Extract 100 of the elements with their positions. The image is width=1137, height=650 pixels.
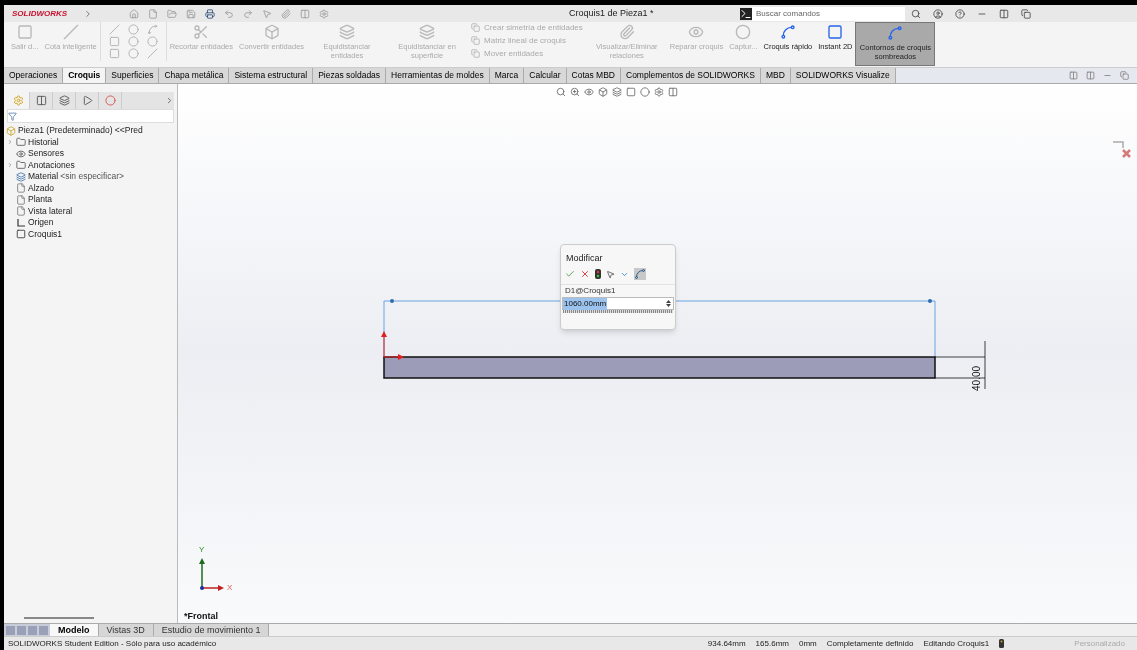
stack-tool-icon bbox=[471, 23, 481, 32]
view-tool-icon[interactable] bbox=[612, 87, 622, 97]
part-icon bbox=[6, 125, 16, 136]
sketch-tool-icon[interactable] bbox=[127, 24, 139, 35]
confirm-corner-icon[interactable] bbox=[1111, 138, 1133, 160]
panel-tab-icon bbox=[12, 95, 24, 106]
tree-item[interactable]: Historial bbox=[28, 135, 59, 149]
tool-icon bbox=[779, 24, 796, 40]
thumbwheel[interactable] bbox=[563, 310, 673, 313]
sensor-icon bbox=[16, 148, 26, 159]
annotation-folder-icon bbox=[16, 160, 26, 171]
folder-icon bbox=[16, 137, 26, 148]
tree-item-note: <sin especificar> bbox=[60, 170, 125, 184]
panel-tab-icon bbox=[81, 95, 93, 106]
sketch-tool-icon[interactable] bbox=[146, 48, 158, 59]
ribbon-tab[interactable]: Croquis bbox=[63, 68, 107, 83]
tool-icon bbox=[419, 24, 436, 40]
sketch-tool-icon[interactable] bbox=[108, 36, 120, 47]
tree-item[interactable]: Alzado bbox=[28, 181, 54, 195]
scrollbar[interactable] bbox=[24, 617, 94, 619]
search-field[interactable]: Buscar comandos bbox=[752, 6, 905, 21]
origin-icon bbox=[16, 217, 26, 228]
view-tool-icon[interactable] bbox=[654, 87, 664, 97]
restore-icon[interactable] bbox=[1120, 71, 1129, 80]
terminal-icon bbox=[740, 7, 752, 20]
view-tool-icon[interactable] bbox=[668, 87, 678, 97]
filter-icon[interactable] bbox=[8, 111, 17, 121]
sketch-tool-icon[interactable] bbox=[108, 48, 120, 59]
panel-icon[interactable] bbox=[1069, 71, 1078, 80]
status-reading: 934.64mm bbox=[707, 637, 746, 650]
tree-item[interactable]: Origen bbox=[28, 216, 54, 230]
tree-item[interactable]: Sensores bbox=[28, 147, 64, 161]
tool-icon bbox=[62, 24, 79, 40]
tool-icon bbox=[339, 24, 356, 40]
sketch-tool-icon[interactable] bbox=[127, 36, 139, 47]
view-tool-icon[interactable] bbox=[556, 87, 566, 97]
stack-tool-icon bbox=[471, 49, 481, 58]
view-label: *Frontal bbox=[184, 609, 218, 623]
axis-label: Y bbox=[199, 544, 205, 556]
app-logo: SOLIDWORKS bbox=[12, 7, 68, 20]
tile-icon[interactable] bbox=[999, 8, 1009, 19]
dialog-title: Modificar bbox=[565, 252, 604, 265]
window-title: Croquis1 de Pieza1 * bbox=[569, 6, 654, 20]
stack-tool-icon bbox=[471, 36, 481, 45]
model-tab[interactable]: Estudio de movimiento 1 bbox=[153, 624, 270, 636]
sketch-tool-icon[interactable] bbox=[127, 48, 139, 59]
panel-icon[interactable] bbox=[1086, 71, 1095, 80]
tree-item[interactable]: Planta bbox=[28, 193, 53, 207]
tool-icon bbox=[618, 24, 635, 40]
tool-icon bbox=[827, 24, 844, 40]
sketch-tool-icon[interactable] bbox=[146, 24, 158, 35]
sketch-tool-icon[interactable] bbox=[108, 24, 120, 35]
cancel-icon[interactable] bbox=[580, 269, 590, 279]
plane-icon bbox=[16, 194, 26, 205]
tool-icon bbox=[16, 24, 33, 40]
sketch-tool-icon[interactable] bbox=[146, 36, 158, 47]
view-tool-icon[interactable] bbox=[584, 87, 594, 97]
axis-label: X bbox=[227, 582, 233, 594]
tree-item[interactable]: Vista lateral bbox=[28, 204, 73, 218]
model-tab[interactable]: Modelo bbox=[50, 624, 99, 636]
accept-icon[interactable] bbox=[565, 269, 575, 279]
status-reading: 0mm bbox=[798, 637, 817, 650]
material-icon bbox=[16, 171, 26, 182]
tool-icon bbox=[887, 25, 904, 41]
tool-icon bbox=[263, 24, 280, 40]
reverse-icon[interactable] bbox=[634, 268, 646, 280]
spin-arrows-icon[interactable] bbox=[666, 299, 671, 308]
tool-icon bbox=[688, 24, 705, 40]
toolbar-icon[interactable] bbox=[205, 8, 216, 19]
restore-icon[interactable] bbox=[1021, 8, 1031, 19]
tree-item[interactable]: Anotaciones bbox=[28, 158, 75, 172]
filter-field[interactable] bbox=[7, 109, 174, 123]
tree-item[interactable]: Material bbox=[28, 170, 59, 184]
tree-item[interactable]: Croquis1 bbox=[28, 227, 63, 241]
tree-root[interactable]: Pieza1 (Predeterminado) <<Pred bbox=[18, 124, 143, 138]
traffic-light-icon[interactable] bbox=[595, 269, 601, 279]
status-text: SOLIDWORKS Student Edition - Sólo para uso académico bbox=[7, 637, 217, 650]
status-reading: 165.6mm bbox=[755, 637, 789, 650]
chevron-icon[interactable] bbox=[165, 96, 174, 105]
pointer-icon[interactable] bbox=[606, 269, 615, 279]
graphics-viewport[interactable]: 40.00 Modificar D1@Croquis1 1060.00mm Y X *Frontal bbox=[178, 84, 1137, 623]
view-tool-icon[interactable] bbox=[598, 87, 608, 97]
tool-icon bbox=[735, 24, 752, 40]
help-icon[interactable] bbox=[955, 8, 965, 19]
user-icon[interactable] bbox=[933, 8, 943, 19]
panel-tab-icon bbox=[58, 95, 70, 106]
model-tab[interactable]: Vistas 3D bbox=[98, 624, 154, 636]
search-icon[interactable] bbox=[911, 8, 921, 19]
value-field[interactable]: 1060.00mm bbox=[562, 297, 674, 310]
panel-tab-icon bbox=[104, 95, 116, 106]
view-tool-icon[interactable] bbox=[570, 87, 580, 97]
traffic-light-icon bbox=[999, 639, 1005, 648]
plane-icon bbox=[16, 206, 26, 217]
sketch-icon bbox=[16, 229, 26, 240]
status-reading: Editando Croquis1 bbox=[923, 637, 990, 650]
status-reading: Completamente definido bbox=[826, 637, 914, 650]
tool-icon bbox=[193, 24, 210, 40]
dimension-value[interactable]: 40.00 bbox=[969, 366, 984, 391]
plane-icon bbox=[16, 183, 26, 194]
panel-tab-icon bbox=[35, 95, 47, 106]
